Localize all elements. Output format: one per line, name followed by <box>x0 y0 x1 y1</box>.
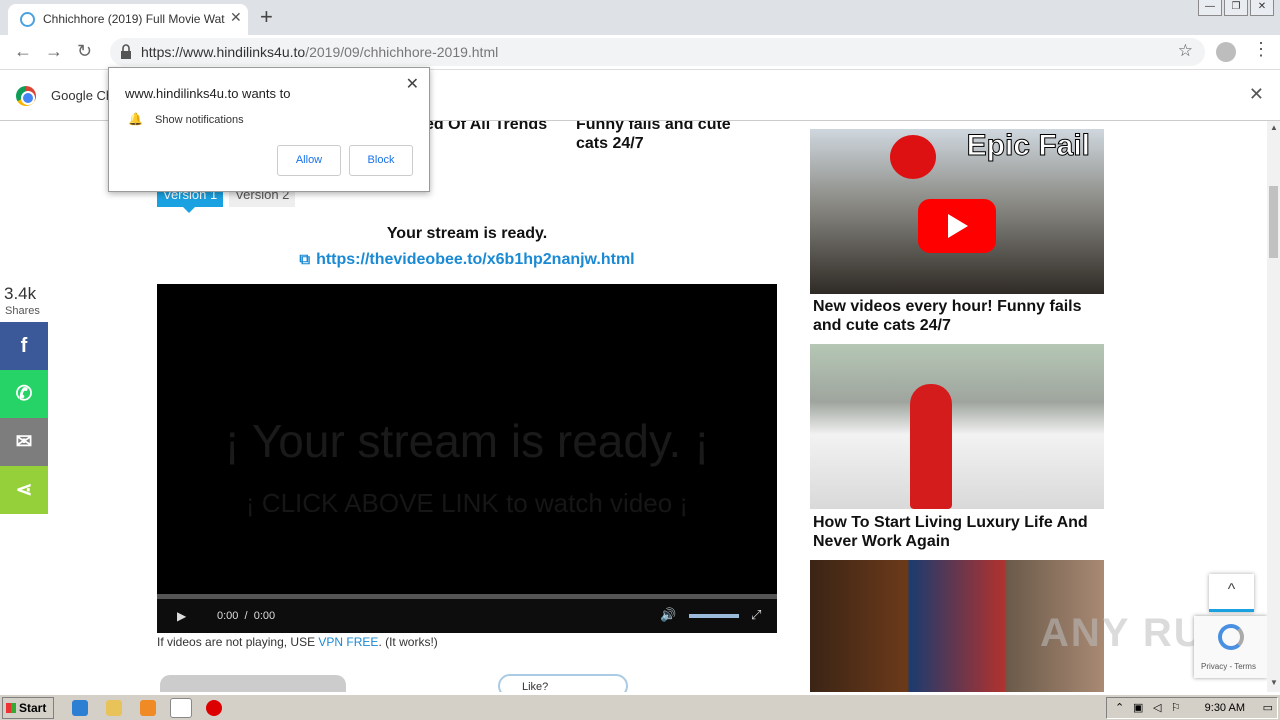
card-title-funny-fails[interactable]: New videos every hour! Funny fails and c… <box>813 297 1103 335</box>
tab-close-icon[interactable]: ✕ <box>230 9 242 26</box>
popup-close-icon[interactable]: ✕ <box>406 74 419 94</box>
opera-icon[interactable] <box>206 700 222 716</box>
youtube-play-icon[interactable] <box>918 199 996 253</box>
epic-fail-text: Epic Fail <box>966 129 1090 163</box>
internet-explorer-icon[interactable] <box>72 700 88 716</box>
profile-avatar[interactable] <box>1216 42 1236 62</box>
bookmark-star-icon[interactable]: ☆ <box>1178 41 1193 61</box>
show-desktop-icon[interactable]: ▭ <box>1263 701 1273 714</box>
browser-tab[interactable]: Chhichhore (2019) Full Movie Watch ✕ <box>8 4 248 35</box>
recaptcha-icon <box>1218 624 1244 650</box>
stream-title: Your stream is ready. <box>386 225 548 242</box>
flag-icon[interactable]: ⚐ <box>1171 701 1181 714</box>
email-share-button[interactable]: ✉ <box>0 418 48 466</box>
notification-permission-popup: www.hindilinks4u.to wants to ✕ 🔔 Show no… <box>108 67 430 192</box>
scroll-down-arrow-icon[interactable]: ▼ <box>1270 678 1278 687</box>
note-suffix: . (It works!) <box>378 635 438 649</box>
tab-strip: Chhichhore (2019) Full Movie Watch ✕ + —… <box>0 0 1280 35</box>
lock-icon[interactable] <box>118 43 134 61</box>
video-ghost-title: ¡ Your stream is ready. ¡ <box>224 415 710 467</box>
media-player-icon[interactable] <box>140 700 156 716</box>
new-tab-button[interactable]: + <box>260 4 273 30</box>
loading-favicon-icon <box>20 12 35 27</box>
address-bar[interactable]: https://www.hindilinks4u.to/2019/09/chhi… <box>110 38 1205 66</box>
facebook-share-button[interactable]: f <box>0 322 48 370</box>
generic-share-button[interactable]: ⋖ <box>0 466 48 514</box>
note-prefix: If videos are not playing, USE <box>157 635 319 649</box>
stream-link-text[interactable]: https://thevideobee.to/x6b1hp2nanjw.html <box>316 251 635 268</box>
like-label: Like? <box>522 681 549 692</box>
chrome-logo-icon <box>16 86 36 106</box>
red-dress-figure <box>910 384 952 509</box>
video-time: 0:00 / 0:00 <box>217 610 275 622</box>
headline-left[interactable]: ed Of All Trends <box>425 121 565 134</box>
clock: 9:30 AM <box>1204 702 1245 714</box>
tab-title: Chhichhore (2019) Full Movie Watch <box>43 12 225 26</box>
play-icon[interactable]: ▶ <box>177 609 186 623</box>
like-button[interactable]: Like? <box>498 674 628 692</box>
whatsapp-share-button[interactable]: ✆ <box>0 370 48 418</box>
url-text[interactable]: https://www.hindilinks4u.to/2019/09/chhi… <box>141 44 498 60</box>
chrome-taskbar-icon[interactable] <box>170 698 192 718</box>
browser-toolbar: ← → ↻ https://www.hindilinks4u.to/2019/0… <box>0 35 1280 70</box>
card-image-epic-fail[interactable]: Epic Fail <box>810 129 1104 294</box>
web-page: ed Of All Trends Funny fails and cute ca… <box>0 121 1267 692</box>
chrome-menu-icon[interactable]: ⋮ <box>1252 39 1270 60</box>
reload-icon[interactable]: ↻ <box>77 41 92 62</box>
scroll-up-arrow-icon[interactable]: ▲ <box>1270 123 1278 132</box>
system-tray: ⌃ ▣ ◁ ⚐ 9:30 AM ▭ <box>1106 697 1278 719</box>
video-player[interactable]: ¡ Your stream is ready. ¡ ¡ CLICK ABOVE … <box>157 284 777 633</box>
start-button[interactable]: Start <box>2 697 54 719</box>
window-controls: — ❐ ✕ <box>1198 0 1274 16</box>
infobar-close-icon[interactable]: ✕ <box>1249 84 1264 105</box>
popup-description: Show notifications <box>155 114 244 126</box>
allow-button[interactable]: Allow <box>277 145 341 176</box>
scrollbar-thumb[interactable] <box>1269 186 1278 258</box>
video-ghost-subtitle: ¡ CLICK ABOVE LINK to watch video ¡ <box>245 488 689 518</box>
bottom-thumbnail[interactable] <box>160 675 346 692</box>
popup-title: www.hindilinks4u.to wants to <box>125 86 291 101</box>
minimize-button[interactable]: — <box>1198 0 1222 16</box>
window-close-button[interactable]: ✕ <box>1250 0 1274 16</box>
volume-tray-icon[interactable]: ◁ <box>1153 701 1161 714</box>
share-label: Shares <box>5 305 40 317</box>
stream-link[interactable]: ⧉ https://thevideobee.to/x6b1hp2nanjw.htm… <box>157 251 777 269</box>
url-path: /2019/09/chhichhore-2019.html <box>305 44 499 60</box>
share-count: 3.4k <box>4 284 37 303</box>
red-balloon <box>890 135 936 179</box>
vpn-link[interactable]: VPN FREE <box>318 635 378 649</box>
scroll-to-top-button[interactable]: ^ <box>1209 574 1254 612</box>
vpn-note: If videos are not playing, USE VPN FREE.… <box>157 635 438 649</box>
block-button[interactable]: Block <box>349 145 413 176</box>
back-icon[interactable]: ← <box>14 41 32 62</box>
volume-slider[interactable] <box>689 614 739 618</box>
fullscreen-icon[interactable]: ⤢ <box>751 607 761 623</box>
folder-icon[interactable] <box>106 700 122 716</box>
time-total: 0:00 <box>253 610 276 622</box>
time-separator: / <box>244 610 248 622</box>
vertical-scrollbar[interactable]: ▲ ▼ <box>1267 121 1280 692</box>
restore-button[interactable]: ❐ <box>1224 0 1248 16</box>
card-image-luxury[interactable] <box>810 344 1104 509</box>
external-link-icon: ⧉ <box>299 251 311 268</box>
windows-taskbar: Start ⌃ ▣ ◁ ⚐ 9:30 AM ▭ <box>0 694 1280 720</box>
recaptcha-badge[interactable]: Privacy - Terms <box>1194 616 1267 678</box>
network-icon[interactable]: ▣ <box>1133 701 1143 714</box>
card-title-luxury[interactable]: How To Start Living Luxury Life And Neve… <box>813 513 1103 551</box>
headline-right[interactable]: Funny fails and cute cats 24/7 <box>576 121 756 153</box>
time-current: 0:00 <box>217 610 239 622</box>
url-host: https://www.hindilinks4u.to <box>141 44 306 60</box>
volume-icon[interactable]: 🔊 <box>660 607 676 623</box>
tray-arrow-icon[interactable]: ⌃ <box>1115 701 1124 714</box>
recaptcha-text: Privacy - Terms <box>1201 662 1256 671</box>
video-controls: ▶ 0:00 / 0:00 🔊 ⤢ <box>157 599 777 633</box>
bell-icon: 🔔 <box>128 112 143 126</box>
forward-icon[interactable]: → <box>45 41 63 62</box>
